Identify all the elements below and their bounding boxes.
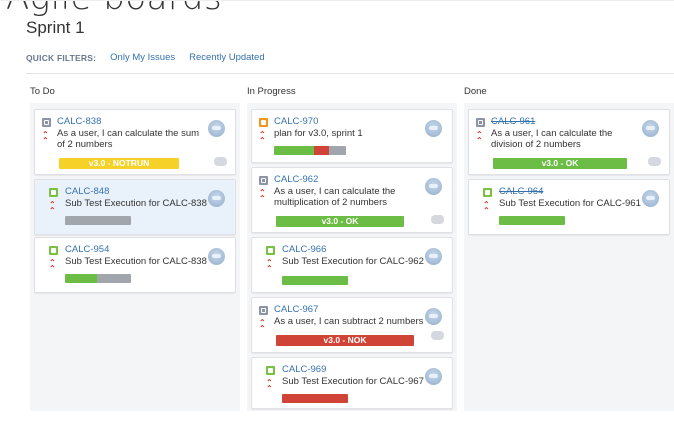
issue-summary: As a user, I can calculate the division o… <box>491 128 613 150</box>
priority-highest-icon: ⌃ ⌃ <box>259 318 266 333</box>
test-status-badge: v3.0 - NOTRUN <box>59 158 179 169</box>
issue-summary: Sub Test Execution for CALC-838 <box>65 198 207 209</box>
test-icon <box>49 188 58 197</box>
issue-card-calc-954[interactable]: CALC-954 ⌃ ⌃ Sub Test Execution for CALC-… <box>34 237 236 293</box>
divider <box>26 73 674 74</box>
test-status-badge: v3.0 - NOK <box>276 335 414 346</box>
priority-highest-icon: ⌃ ⌃ <box>259 130 266 145</box>
priority-highest-icon: ⌃ ⌃ <box>49 258 56 273</box>
issue-key[interactable]: CALC-961 <box>491 116 535 127</box>
avatar-icon[interactable] <box>425 178 442 195</box>
avatar-icon[interactable] <box>208 120 225 137</box>
story-icon <box>259 176 268 185</box>
test-progress-bar <box>499 216 565 225</box>
more-dots-icon[interactable] <box>648 157 661 166</box>
test-status-badge: v3.0 - OK <box>493 158 627 169</box>
test-icon <box>266 246 275 255</box>
filter-recently-updated[interactable]: Recently Updated <box>189 52 265 63</box>
story-icon <box>476 118 485 127</box>
issue-summary: plan for v3.0, sprint 1 <box>274 128 363 139</box>
avatar-icon[interactable] <box>208 248 225 265</box>
issue-summary: As a user, I can calculate the sum of 2 n… <box>57 128 200 150</box>
issue-card-calc-961[interactable]: CALC-961 ⌃ ⌃ As a user, I can calculate t… <box>468 109 670 175</box>
issue-summary: As a user, I can subtract 2 numbers <box>274 316 424 327</box>
test-status-badge: v3.0 - OK <box>276 216 404 227</box>
issue-summary: Sub Test Execution for CALC-962 <box>282 256 424 267</box>
issue-summary: As a user, I can calculate the multiplica… <box>274 186 396 208</box>
issue-summary: Sub Test Execution for CALC-961 <box>499 198 641 209</box>
issue-key[interactable]: CALC-967 <box>274 304 318 315</box>
issue-key[interactable]: CALC-964 <box>499 186 543 197</box>
priority-highest-icon: ⌃ ⌃ <box>476 130 483 145</box>
more-dots-icon[interactable] <box>431 215 444 224</box>
issue-card-calc-848[interactable]: CALC-848 ⌃ ⌃ Sub Test Execution for CALC-… <box>34 179 236 235</box>
priority-highest-icon: ⌃ ⌃ <box>266 378 273 393</box>
priority-highest-icon: ⌃ ⌃ <box>266 258 273 273</box>
issue-card-calc-970[interactable]: CALC-970 ⌃ ⌃ plan for v3.0, sprint 1 <box>251 109 453 163</box>
column-header-in-progress: In Progress <box>247 86 296 97</box>
test-icon <box>49 246 58 255</box>
issue-key[interactable]: CALC-962 <box>274 174 318 185</box>
test-progress-bar <box>282 276 348 285</box>
priority-highest-icon: ⌃ ⌃ <box>42 130 49 145</box>
column-header-done: Done <box>464 86 487 97</box>
priority-highest-icon: ⌃ ⌃ <box>49 200 56 215</box>
issue-card-calc-964[interactable]: CALC-964 ⌃ ⌃ Sub Test Execution for CALC-… <box>468 179 670 235</box>
column-header-todo: To Do <box>30 86 55 97</box>
issue-card-calc-962[interactable]: CALC-962 ⌃ ⌃ As a user, I can calculate t… <box>251 167 453 233</box>
test-icon <box>483 188 492 197</box>
avatar-icon[interactable] <box>642 120 659 137</box>
issue-key[interactable]: CALC-848 <box>65 186 109 197</box>
more-dots-icon[interactable] <box>431 331 444 340</box>
test-plan-icon <box>259 118 268 127</box>
issue-key[interactable]: CALC-969 <box>282 364 326 375</box>
avatar-icon[interactable] <box>425 308 442 325</box>
story-icon <box>42 118 51 127</box>
test-progress-bar <box>274 146 346 155</box>
issue-card-calc-966[interactable]: CALC-966 ⌃ ⌃ Sub Test Execution for CALC-… <box>251 237 453 293</box>
column-in-progress: CALC-970 ⌃ ⌃ plan for v3.0, sprint 1 CALC… <box>247 103 457 411</box>
sprint-title: Sprint 1 <box>26 18 85 37</box>
avatar-icon[interactable] <box>425 120 442 137</box>
avatar-icon[interactable] <box>425 368 442 385</box>
issue-summary: Sub Test Execution for CALC-967 <box>282 376 424 387</box>
issue-key[interactable]: CALC-838 <box>57 116 101 127</box>
column-todo: CALC-838 ⌃ ⌃ As a user, I can calculate t… <box>30 103 240 411</box>
issue-key[interactable]: CALC-970 <box>274 116 318 127</box>
quick-filters: QUICK FILTERS: Only My Issues Recently U… <box>26 52 279 63</box>
priority-highest-icon: ⌃ ⌃ <box>483 200 490 215</box>
issue-card-calc-967[interactable]: CALC-967 ⌃ ⌃ As a user, I can subtract 2 … <box>251 297 453 353</box>
test-progress-bar <box>282 394 348 403</box>
quick-filters-label: QUICK FILTERS: <box>26 52 97 63</box>
filter-only-my-issues[interactable]: Only My Issues <box>110 52 175 63</box>
more-dots-icon[interactable] <box>214 157 227 166</box>
agile-board: Sprint 1 QUICK FILTERS: Only My Issues R… <box>0 0 674 426</box>
avatar-icon[interactable] <box>208 190 225 207</box>
priority-highest-icon: ⌃ ⌃ <box>259 188 266 203</box>
issue-card-calc-838[interactable]: CALC-838 ⌃ ⌃ As a user, I can calculate t… <box>34 109 236 175</box>
test-progress-bar <box>65 274 131 283</box>
avatar-icon[interactable] <box>642 190 659 207</box>
issue-key[interactable]: CALC-966 <box>282 244 326 255</box>
story-icon <box>259 306 268 315</box>
test-icon <box>266 366 275 375</box>
issue-key[interactable]: CALC-954 <box>65 244 109 255</box>
avatar-icon[interactable] <box>425 248 442 265</box>
issue-summary: Sub Test Execution for CALC-838 <box>65 256 207 267</box>
issue-card-calc-969[interactable]: CALC-969 ⌃ ⌃ Sub Test Execution for CALC-… <box>251 357 453 409</box>
test-progress-bar <box>65 216 131 225</box>
column-done: CALC-961 ⌃ ⌃ As a user, I can calculate t… <box>464 103 674 411</box>
